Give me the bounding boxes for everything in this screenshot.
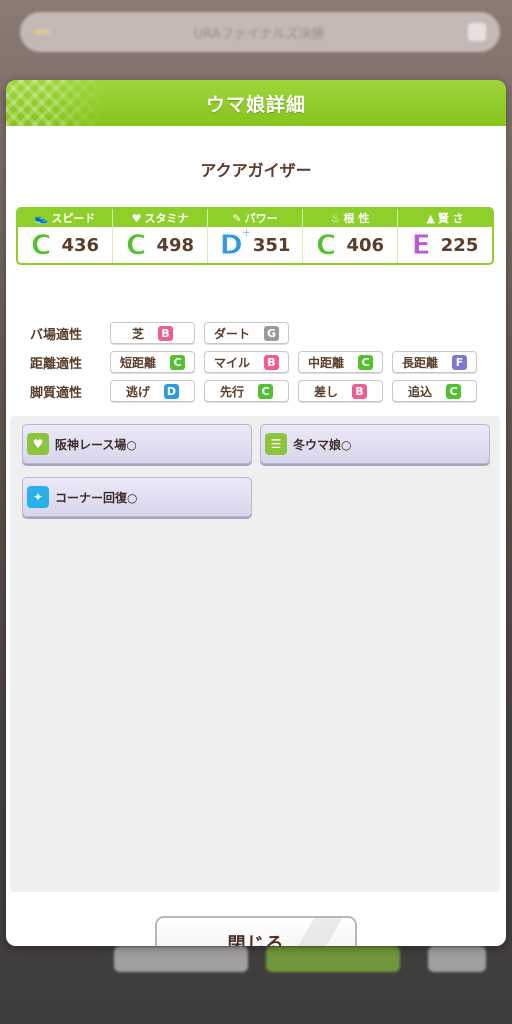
close-button[interactable]: 閉じる [155, 916, 357, 946]
aptitude-grade-badge: G [264, 325, 279, 341]
stat-grade: C [125, 228, 147, 261]
background-button-right [428, 946, 486, 972]
aptitude-grade-badge: B [352, 383, 367, 399]
muscle-icon: ✎ [232, 211, 242, 225]
skills-area: ♥ 阪神レース場○ ☰ 冬ウマ娘○ ✦ コーナー回復○ [10, 416, 500, 892]
stat-grade: D + [219, 226, 252, 261]
aptitude-distance-2: 中距離 C [298, 351, 383, 373]
skill-label: コーナー回復○ [55, 490, 138, 505]
aptitude-name: ダート [213, 326, 250, 341]
aptitude-style-items: 逃げ D 先行 C 差し B 追込 C [110, 380, 486, 402]
aptitude-track-items: 芝 B ダート G [110, 322, 298, 344]
aptitude-label-track: バ場適性 [30, 327, 83, 343]
background-top-bar: URAファイナルズ決勝 [20, 12, 500, 52]
heart-skill-icon: ♥ [27, 433, 49, 455]
background-button-left [114, 946, 248, 972]
stat-value: 406 [346, 234, 385, 256]
stat-value: 498 [156, 234, 195, 256]
aptitude-style-1: 先行 C [204, 380, 289, 402]
stat-value: 225 [440, 234, 479, 256]
dialog-header: ウマ娘詳細 [6, 80, 506, 126]
background-button-center [266, 946, 400, 972]
aptitude-name: 先行 [219, 384, 244, 399]
aptitude-track-0: 芝B [110, 322, 195, 344]
stat-header-guts: ♨ 根 性 [303, 209, 398, 227]
button-shine [273, 918, 349, 946]
skill-corner-recovery[interactable]: ✦ コーナー回復○ [22, 477, 252, 517]
header-pattern [6, 80, 106, 126]
aptitude-grade-badge: F [452, 354, 467, 370]
stat-power: D +351 [208, 227, 303, 263]
aptitude-name: 中距離 [307, 355, 344, 370]
stat-guts: C 406 [303, 227, 398, 263]
aptitude-label-style: 脚質適性 [30, 385, 83, 401]
aptitude-grade-badge: C [446, 383, 461, 399]
stat-header-stamina: ♥ スタミナ [113, 209, 208, 227]
aptitude-row-track: バ場適性 芝 B ダート G [30, 322, 298, 344]
flame-icon: ♨ [330, 211, 341, 225]
aptitude-name: 差し [313, 384, 338, 399]
character-name: アクアガイザー [200, 161, 312, 180]
stats-values: C 436 C 498 D +351 C 406 E 225 [18, 227, 492, 263]
umamusume-detail-dialog: ウマ娘詳細 アクアガイザー 👟 スピード ♥ スタミナ ✎ パワー ♨ 根 性 ▲ 賢 さ… [6, 80, 506, 946]
aptitude-style-0: 逃げ D [110, 380, 195, 402]
aptitude-row-style: 脚質適性 逃げ D 先行 C 差し B 追込 C [30, 380, 486, 402]
stat-stamina: C 498 [113, 227, 208, 263]
sparkle-skill-icon: ✦ [27, 486, 49, 508]
stat-header-power: ✎ パワー [208, 209, 303, 227]
aptitude-name: 逃げ [125, 384, 150, 399]
dialog-body: アクアガイザー 👟 スピード ♥ スタミナ ✎ パワー ♨ 根 性 ▲ 賢 さ C 436 C… [6, 126, 506, 946]
aptitude-style-2: 差し B [298, 380, 383, 402]
aptitude-grade-badge: B [158, 325, 173, 341]
aptitude-grade-badge: C [358, 354, 373, 370]
aptitude-distance-0: 短距離 C [110, 351, 195, 373]
aptitude-grade-badge: B [264, 354, 279, 370]
stat-grade: C [30, 228, 52, 261]
aptitude-row-distance: 距離適性 短距離 C マイル B 中距離 C 長距離 F [30, 351, 486, 373]
aptitude-distance-3: 長距離 F [392, 351, 477, 373]
aptitude-track-1: ダート G [204, 322, 289, 344]
stat-wisdom: E 225 [398, 227, 492, 263]
skill-hanshin-racecourse[interactable]: ♥ 阪神レース場○ [22, 424, 252, 464]
aptitude-grade-badge: D [164, 383, 179, 399]
stat-speed: C 436 [18, 227, 113, 263]
mortarboard-icon: ▲ [426, 211, 435, 225]
aptitude-name: 芝 [131, 326, 144, 341]
aptitude-grade-badge: C [170, 354, 185, 370]
background-title: URAファイナルズ決勝 [193, 26, 325, 42]
skill-label: 冬ウマ娘○ [293, 437, 352, 452]
stat-value: 351 [252, 234, 291, 256]
skill-label: 阪神レース場○ [55, 437, 137, 452]
aptitude-name: マイル [213, 355, 250, 370]
close-button-label: 閉じる [227, 934, 285, 946]
aptitude-grade-badge: C [258, 383, 273, 399]
stat-grade: E [411, 228, 431, 261]
card-skill-icon: ☰ [265, 433, 287, 455]
stats-table: 👟 スピード ♥ スタミナ ✎ パワー ♨ 根 性 ▲ 賢 さ C 436 C 498 D +351… [16, 207, 494, 265]
aptitude-name: 長距離 [401, 355, 438, 370]
grade-plus: + [240, 226, 252, 241]
heart-icon: ♥ [131, 211, 142, 225]
stat-value: 436 [61, 234, 100, 256]
aptitude-name: 追込 [407, 384, 432, 399]
shoe-icon: 👟 [34, 211, 49, 225]
stat-header-wisdom: ▲ 賢 さ [426, 211, 464, 226]
aptitude-name: 短距離 [119, 355, 156, 370]
background-button [468, 23, 486, 41]
stats-header: 👟 スピード ♥ スタミナ ✎ パワー ♨ 根 性 ▲ 賢 さ [18, 209, 492, 227]
aptitude-style-3: 追込 C [392, 380, 477, 402]
aptitude-distance-items: 短距離 C マイル B 中距離 C 長距離 F [110, 351, 486, 373]
aptitude-label-distance: 距離適性 [30, 356, 83, 372]
stat-grade: C [315, 228, 337, 261]
background-badge [34, 30, 50, 34]
dialog-title: ウマ娘詳細 [205, 93, 306, 116]
aptitude-distance-1: マイル B [204, 351, 289, 373]
skill-winter-umamusume[interactable]: ☰ 冬ウマ娘○ [260, 424, 490, 464]
stat-header-speed: 👟 スピード [18, 209, 113, 227]
